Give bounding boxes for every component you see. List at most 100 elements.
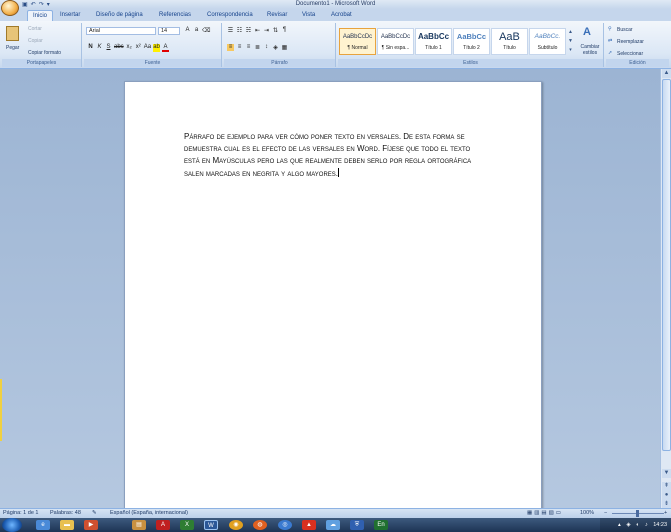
- ribbon: Pegar Cortar Copiar Copiar formato Porta…: [0, 21, 671, 69]
- browser-icon[interactable]: ◎: [278, 520, 292, 530]
- increase-indent-icon[interactable]: ⇥: [263, 27, 270, 34]
- cut-button[interactable]: Cortar: [28, 26, 42, 32]
- previous-page-icon[interactable]: ⇞: [662, 482, 671, 491]
- justify-icon[interactable]: ≣: [254, 44, 261, 51]
- tab-acrobat[interactable]: Acrobat: [331, 10, 352, 21]
- word-icon[interactable]: W: [204, 520, 218, 530]
- acrobat-icon[interactable]: A: [156, 520, 170, 530]
- left-edge-marker: [0, 379, 2, 441]
- zoom-out-icon[interactable]: −: [604, 509, 607, 518]
- paste-icon[interactable]: [6, 26, 19, 41]
- document-page[interactable]: Párrafo de ejemplo para ver cómo poner t…: [124, 81, 542, 511]
- tab-referencias[interactable]: Referencias: [159, 10, 191, 21]
- start-button[interactable]: [2, 518, 22, 532]
- change-case-icon[interactable]: Aa: [144, 44, 151, 52]
- tab-insertar[interactable]: Insertar: [60, 10, 80, 21]
- align-center-icon[interactable]: ≡: [236, 44, 243, 51]
- tab-revisar[interactable]: Revisar: [267, 10, 287, 21]
- font-group: Arial 14 A a ⌫ N K S abc x₂ x² Aa ab A F…: [84, 23, 222, 67]
- decrease-indent-icon[interactable]: ⇤: [254, 27, 261, 34]
- select-icon: ➚: [608, 50, 613, 56]
- replace-icon: ⇄: [608, 38, 613, 44]
- show-marks-icon[interactable]: ¶: [281, 27, 288, 34]
- line-spacing-icon[interactable]: ↕: [263, 44, 270, 51]
- tab-correspondencia[interactable]: Correspondencia: [207, 10, 253, 21]
- paste-button[interactable]: Pegar: [6, 45, 19, 51]
- underline-icon[interactable]: S: [105, 44, 112, 52]
- highlight-icon[interactable]: ab: [153, 44, 161, 52]
- word-count[interactable]: Palabras: 48: [50, 509, 81, 518]
- zoom-slider-knob[interactable]: [636, 510, 639, 517]
- text-cursor: [338, 167, 340, 177]
- numbering-icon[interactable]: ☷: [236, 27, 243, 34]
- clock[interactable]: 14:23: [653, 522, 667, 528]
- chrome-icon[interactable]: ◉: [229, 520, 243, 530]
- language-indicator[interactable]: Español (España, internacional): [110, 509, 188, 518]
- font-color-icon[interactable]: A: [162, 44, 170, 52]
- document-body[interactable]: Párrafo de ejemplo para ver cómo poner t…: [184, 131, 488, 180]
- change-styles-icon[interactable]: A: [583, 26, 591, 38]
- page-count[interactable]: Página: 1 de 1: [3, 509, 38, 518]
- superscript-icon[interactable]: x²: [135, 44, 142, 52]
- browse-object-icon[interactable]: ●: [662, 491, 671, 500]
- cloud-icon[interactable]: ☁: [326, 520, 340, 530]
- excel-icon[interactable]: X: [180, 520, 194, 530]
- style-title[interactable]: AaB Título: [491, 28, 528, 55]
- align-right-icon[interactable]: ≡: [245, 44, 252, 51]
- tab-vista[interactable]: Vista: [302, 10, 315, 21]
- strikethrough-icon[interactable]: abc: [114, 44, 124, 52]
- grow-font-icon[interactable]: A: [184, 27, 191, 34]
- media-icon[interactable]: ▶: [84, 520, 98, 530]
- subscript-icon[interactable]: x₂: [126, 44, 133, 52]
- firefox-icon[interactable]: ◍: [253, 520, 267, 530]
- view-buttons[interactable]: ▦▥▤▧▭: [527, 509, 563, 518]
- font-name-select[interactable]: Arial: [86, 27, 156, 35]
- select-button[interactable]: Seleccionar: [617, 51, 643, 57]
- app3-icon[interactable]: En: [374, 520, 388, 530]
- shrink-font-icon[interactable]: a: [193, 27, 200, 34]
- style-heading-1[interactable]: AaBbCc Título 1: [415, 28, 452, 55]
- style-subtitle[interactable]: AaBbCc. Subtítulo: [529, 28, 566, 55]
- replace-button[interactable]: Reemplazar: [617, 39, 644, 45]
- scroll-up-icon[interactable]: ▲: [662, 69, 671, 78]
- app2-icon[interactable]: ▲: [302, 520, 316, 530]
- zoom-in-icon[interactable]: +: [664, 509, 667, 518]
- tab-diseno-pagina[interactable]: Diseño de página: [96, 10, 143, 21]
- style-heading-2[interactable]: AaBbCc Título 2: [453, 28, 490, 55]
- find-button[interactable]: Buscar: [617, 27, 633, 33]
- style-no-spacing[interactable]: AaBbCcDc ¶ Sin espa...: [377, 28, 414, 55]
- shading-icon[interactable]: ◈: [272, 44, 279, 51]
- copy-button[interactable]: Copiar: [28, 38, 43, 44]
- bullets-icon[interactable]: ☰: [227, 27, 234, 34]
- style-normal[interactable]: AaBbCcDc ¶ Normal: [339, 28, 376, 55]
- app-icon[interactable]: ▤: [132, 520, 146, 530]
- paragraph-label: Párrafo: [224, 59, 335, 67]
- zoom-level[interactable]: 100%: [580, 509, 594, 518]
- shield-icon[interactable]: ⛨: [350, 520, 364, 530]
- scroll-thumb[interactable]: [662, 79, 671, 451]
- office-button[interactable]: [1, 0, 19, 16]
- vertical-scrollbar[interactable]: ▲ ▼ ⇞ ● ⇟: [660, 69, 671, 509]
- italic-icon[interactable]: K: [96, 44, 103, 52]
- proofing-icon[interactable]: ✎: [92, 509, 97, 518]
- tab-inicio[interactable]: Inicio: [27, 10, 54, 21]
- window-title: Documento1 - Microsoft Word: [295, 1, 376, 7]
- clipboard-group: Pegar Cortar Copiar Copiar formato Porta…: [2, 23, 82, 67]
- styles-scroll-arrows[interactable]: ▲ ▼ ▾: [567, 28, 574, 55]
- folder-icon[interactable]: ▬: [60, 520, 74, 530]
- status-bar: Página: 1 de 1 Palabras: 48 ✎ Español (E…: [0, 508, 671, 518]
- align-left-icon[interactable]: ≡: [227, 44, 234, 51]
- clear-format-icon[interactable]: ⌫: [202, 27, 210, 34]
- change-styles-button[interactable]: Cambiar estilos: [577, 44, 603, 56]
- scroll-down-icon[interactable]: ▼: [662, 469, 671, 478]
- borders-icon[interactable]: ▦: [281, 44, 288, 51]
- tray-icons[interactable]: ▴ ◈ ◐ ♪: [618, 522, 653, 528]
- ie-icon[interactable]: e: [36, 520, 50, 530]
- multilevel-list-icon[interactable]: ☵: [245, 27, 252, 34]
- sort-icon[interactable]: ⇅: [272, 27, 279, 34]
- font-size-select[interactable]: 14: [158, 27, 180, 35]
- clipboard-label: Portapapeles: [2, 59, 81, 67]
- bold-icon[interactable]: N: [87, 44, 94, 52]
- format-painter-button[interactable]: Copiar formato: [28, 50, 61, 56]
- styles-label: Estilos: [338, 59, 603, 67]
